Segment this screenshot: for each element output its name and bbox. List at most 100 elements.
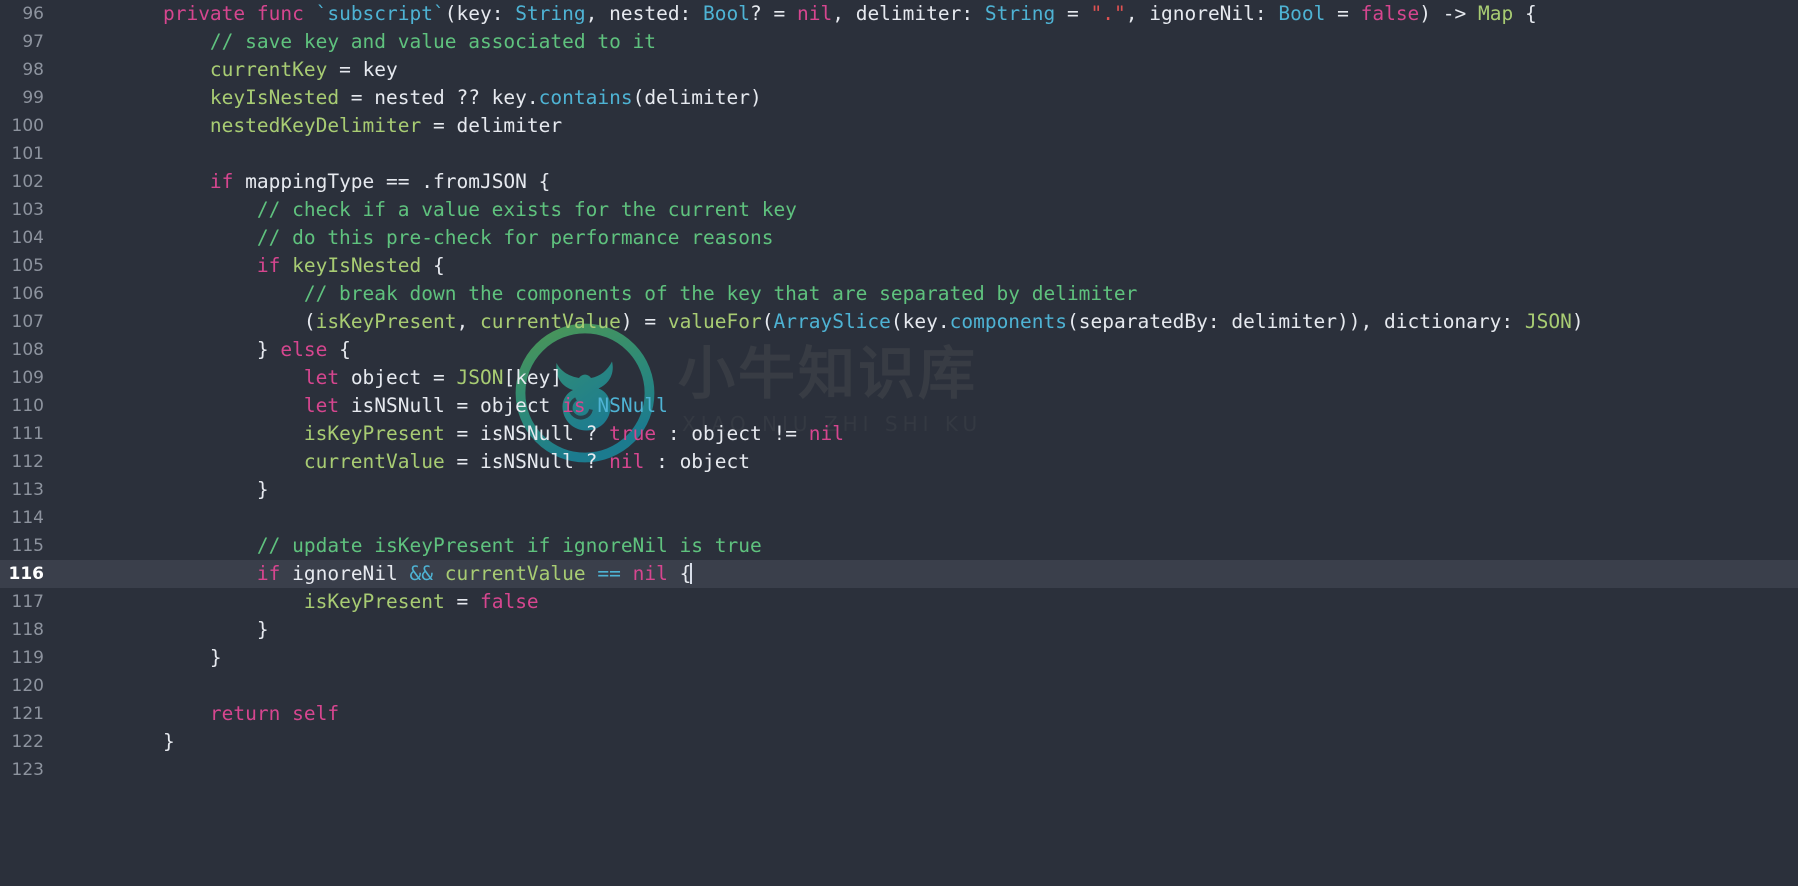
code-line[interactable]: 106 // break down the components of the … bbox=[0, 280, 1798, 308]
code-line[interactable]: 98 currentKey = key bbox=[0, 56, 1798, 84]
code-token: = isNSNull ? bbox=[444, 422, 610, 445]
code-line[interactable]: 105 if keyIsNested { bbox=[0, 252, 1798, 280]
code-line[interactable]: 112 currentValue = isNSNull ? nil : obje… bbox=[0, 448, 1798, 476]
code-text[interactable]: (isKeyPresent, currentValue) = valueFor(… bbox=[116, 308, 1584, 336]
code-token: let bbox=[303, 394, 340, 417]
code-line[interactable]: 115 // update isKeyPresent if ignoreNil … bbox=[0, 532, 1798, 560]
code-token: "." bbox=[1090, 2, 1126, 25]
code-token: if bbox=[209, 170, 234, 193]
code-text[interactable]: // update isKeyPresent if ignoreNil is t… bbox=[116, 532, 762, 560]
code-token: ) -> bbox=[1419, 2, 1478, 25]
code-token: isKeyPresent bbox=[303, 590, 445, 613]
code-line[interactable]: 96 private func `subscript`(key: String,… bbox=[0, 0, 1798, 28]
line-number: 112 bbox=[11, 452, 44, 472]
code-text[interactable]: } bbox=[116, 728, 175, 756]
line-number: 116 bbox=[8, 564, 45, 584]
code-text[interactable]: } bbox=[116, 476, 269, 504]
code-line[interactable]: 104 // do this pre-check for performance… bbox=[0, 224, 1798, 252]
code-token: currentKey bbox=[209, 58, 328, 81]
code-text[interactable]: currentKey = key bbox=[116, 56, 398, 84]
code-line[interactable]: 99 keyIsNested = nested ?? key.contains(… bbox=[0, 84, 1798, 112]
code-line[interactable]: 103 // check if a value exists for the c… bbox=[0, 196, 1798, 224]
code-token: ( bbox=[761, 310, 774, 333]
code-text[interactable]: isKeyPresent = isNSNull ? true : object … bbox=[116, 420, 844, 448]
code-text[interactable]: currentValue = isNSNull ? nil : object bbox=[116, 448, 750, 476]
code-line[interactable]: 107 (isKeyPresent, currentValue) = value… bbox=[0, 308, 1798, 336]
code-token: (delimiter) bbox=[632, 86, 762, 109]
code-text[interactable]: let object = JSON[key] bbox=[116, 364, 562, 392]
code-text[interactable]: private func `subscript`(key: String, ne… bbox=[116, 0, 1537, 28]
code-line[interactable]: 117 isKeyPresent = false bbox=[0, 588, 1798, 616]
code-token: Bool bbox=[1278, 2, 1326, 25]
code-line[interactable]: 123 bbox=[0, 756, 1798, 784]
code-token: // update isKeyPresent if ignoreNil is t… bbox=[116, 534, 762, 557]
code-token: true bbox=[609, 422, 657, 445]
code-text[interactable]: // save key and value associated to it bbox=[116, 28, 656, 56]
code-text[interactable]: let isNSNull = object is NSNull bbox=[116, 392, 668, 420]
code-token: nil bbox=[796, 2, 833, 25]
code-token: (key: bbox=[444, 2, 516, 25]
code-text[interactable]: isKeyPresent = false bbox=[116, 588, 539, 616]
code-line[interactable]: 119 } bbox=[0, 644, 1798, 672]
code-token: { bbox=[1513, 2, 1537, 25]
code-text[interactable]: } bbox=[116, 616, 269, 644]
code-line[interactable]: 109 let object = JSON[key] bbox=[0, 364, 1798, 392]
code-line[interactable]: 114 bbox=[0, 504, 1798, 532]
code-token: nil bbox=[632, 562, 668, 585]
code-token: return self bbox=[209, 702, 340, 725]
code-token: = bbox=[444, 590, 480, 613]
code-text[interactable]: if keyIsNested { bbox=[116, 252, 445, 280]
code-line[interactable]: 108 } else { bbox=[0, 336, 1798, 364]
code-line[interactable]: 97 // save key and value associated to i… bbox=[0, 28, 1798, 56]
code-token: currentValue bbox=[303, 450, 445, 473]
line-number: 122 bbox=[11, 732, 44, 752]
code-line[interactable]: 101 bbox=[0, 140, 1798, 168]
line-number: 102 bbox=[11, 172, 44, 192]
code-token: == bbox=[597, 562, 621, 585]
code-token: private func bbox=[162, 2, 316, 25]
code-token: // check if a value exists for the curre… bbox=[116, 198, 797, 221]
code-token: // save key and value associated to it bbox=[116, 30, 657, 53]
code-token: isKeyPresent bbox=[315, 310, 457, 333]
code-line-list: 96 private func `subscript`(key: String,… bbox=[0, 0, 1798, 784]
code-line[interactable]: 111 isKeyPresent = isNSNull ? true : obj… bbox=[0, 420, 1798, 448]
code-token: (key. bbox=[890, 310, 950, 333]
line-number: 101 bbox=[11, 144, 44, 164]
code-text[interactable]: nestedKeyDelimiter = delimiter bbox=[116, 112, 562, 140]
code-token: , delimiter: bbox=[832, 2, 985, 25]
code-text[interactable]: } else { bbox=[116, 336, 351, 364]
code-token: let bbox=[303, 366, 340, 389]
code-line[interactable]: 120 bbox=[0, 672, 1798, 700]
code-text[interactable]: keyIsNested = nested ?? key.contains(del… bbox=[116, 84, 762, 112]
code-line[interactable]: 110 let isNSNull = object is NSNull bbox=[0, 392, 1798, 420]
code-line[interactable]: 122 } bbox=[0, 728, 1798, 756]
code-text[interactable]: if mappingType == .fromJSON { bbox=[116, 168, 550, 196]
code-text[interactable]: if ignoreNil && currentValue == nil { bbox=[116, 560, 693, 588]
code-token: if bbox=[256, 562, 281, 585]
code-line[interactable]: 118 } bbox=[0, 616, 1798, 644]
code-text[interactable]: return self bbox=[116, 700, 339, 728]
code-token: { bbox=[327, 338, 351, 361]
code-token: valueFor bbox=[667, 310, 762, 333]
code-text[interactable]: // check if a value exists for the curre… bbox=[116, 196, 797, 224]
code-text[interactable]: // break down the components of the key … bbox=[116, 280, 1138, 308]
code-token: keyIsNested bbox=[292, 254, 422, 277]
code-token: ( bbox=[116, 310, 316, 333]
line-number: 99 bbox=[22, 88, 44, 108]
code-token: = nested ?? key. bbox=[339, 86, 539, 109]
code-editor[interactable]: 小牛知识库 XIAO NIU ZHI SHI KU 96 private fun… bbox=[0, 0, 1798, 886]
code-line[interactable]: 102 if mappingType == .fromJSON { bbox=[0, 168, 1798, 196]
code-line[interactable]: 113 } bbox=[0, 476, 1798, 504]
code-text[interactable]: // do this pre-check for performance rea… bbox=[116, 224, 774, 252]
code-line[interactable]: 116 if ignoreNil && currentValue == nil … bbox=[0, 560, 1798, 588]
code-token: if bbox=[256, 254, 281, 277]
code-line[interactable]: 100 nestedKeyDelimiter = delimiter bbox=[0, 112, 1798, 140]
code-text[interactable]: } bbox=[116, 644, 222, 672]
code-line[interactable]: 121 return self bbox=[0, 700, 1798, 728]
line-number: 113 bbox=[11, 480, 44, 500]
code-token: ignoreNil bbox=[280, 562, 410, 585]
